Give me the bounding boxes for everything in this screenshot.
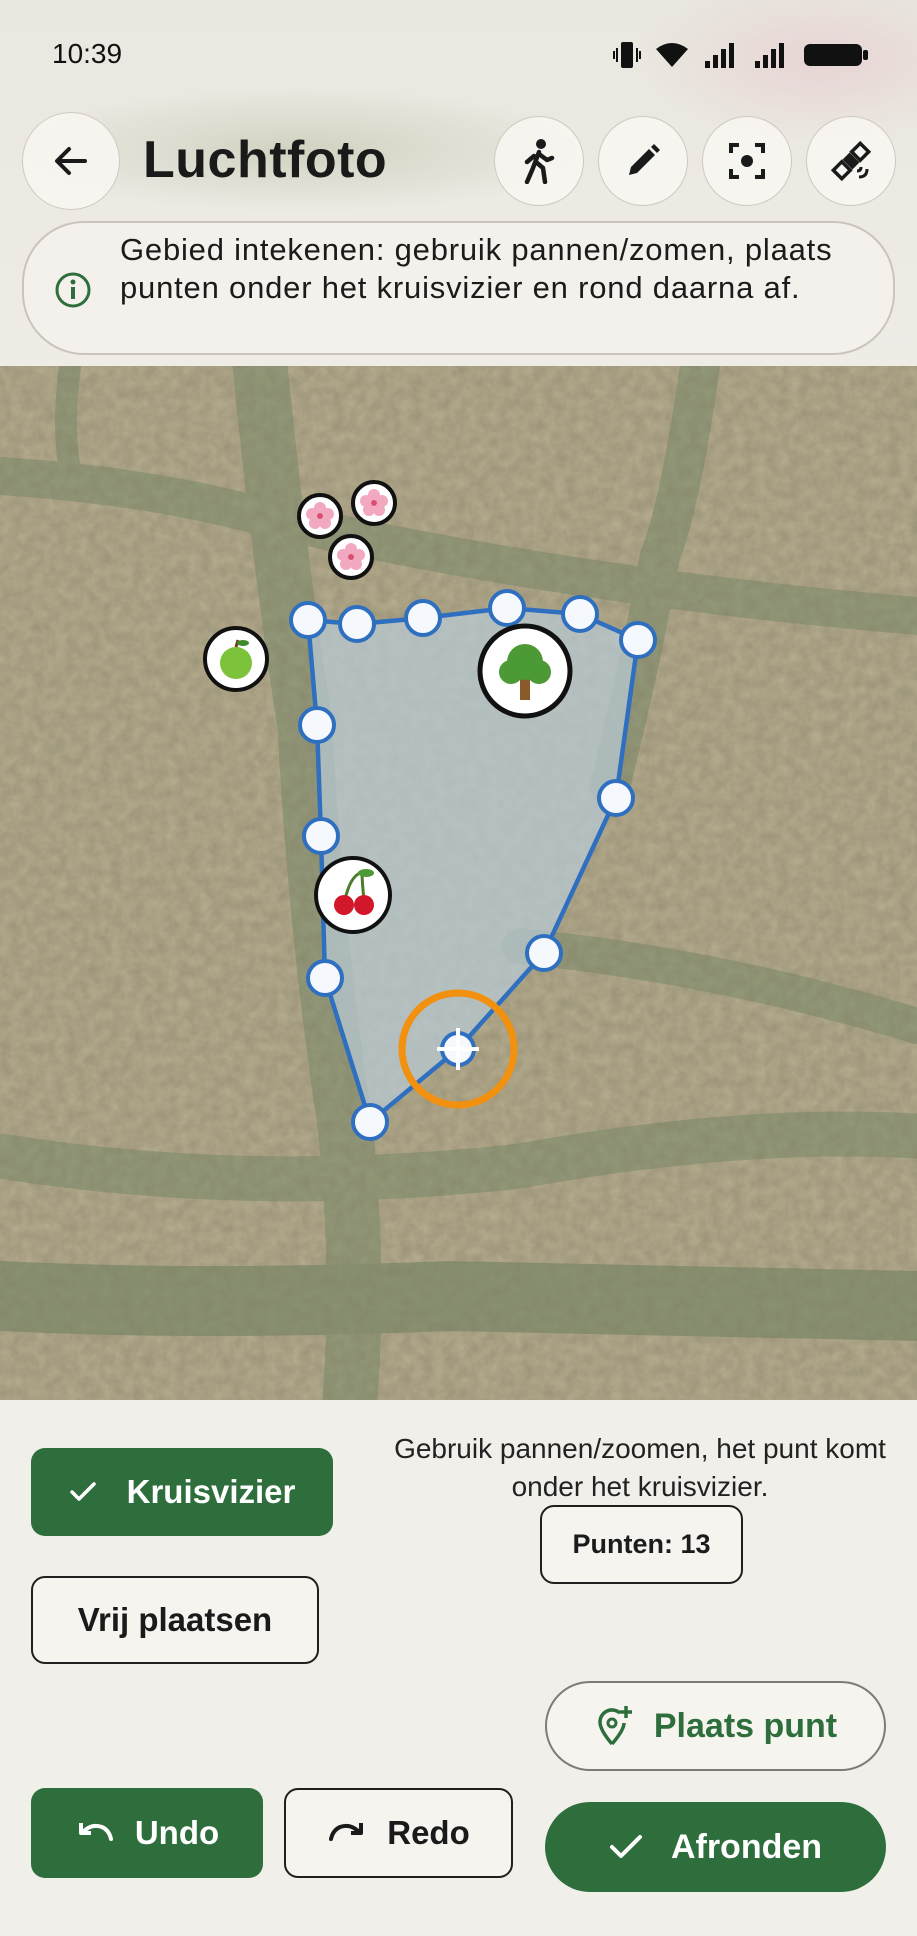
marker-cherries[interactable]	[314, 856, 392, 934]
marker-cherry-blossom[interactable]	[297, 493, 343, 539]
satellite-button[interactable]	[806, 116, 896, 206]
wifi-icon	[656, 43, 688, 67]
signal-icon-2	[755, 43, 784, 68]
place-point-button[interactable]: Plaats punt	[545, 1681, 886, 1771]
helper-text: Gebruik pannen/zoomen, het punt komt ond…	[394, 1433, 886, 1502]
marker-green-apple[interactable]	[203, 626, 269, 692]
place-point-label: Plaats punt	[653, 1706, 838, 1745]
redo-button[interactable]: Redo	[284, 1788, 513, 1878]
free-place-label: Vrij plaatsen	[77, 1601, 273, 1638]
polygon-vertex[interactable]	[338, 605, 376, 643]
marker-tree[interactable]	[477, 623, 573, 719]
redo-icon	[329, 1823, 364, 1841]
center-button[interactable]	[702, 116, 792, 206]
focus-icon	[729, 143, 765, 179]
polygon-vertex[interactable]	[306, 959, 344, 997]
walk-mode-button[interactable]	[494, 116, 584, 206]
draw-button[interactable]	[598, 116, 688, 206]
add-location-icon	[598, 1706, 632, 1746]
satellite-icon	[830, 140, 872, 182]
marker-cherry-blossom[interactable]	[328, 534, 374, 580]
back-button[interactable]	[22, 112, 120, 210]
signal-icon	[705, 43, 734, 68]
polygon-vertex[interactable]	[488, 589, 526, 627]
polygon-vertex[interactable]	[298, 706, 336, 744]
polygon-vertex[interactable]	[561, 595, 599, 633]
undo-label: Undo	[134, 1814, 220, 1851]
map-canvas[interactable]	[0, 366, 917, 1400]
check-icon	[69, 1482, 96, 1501]
polygon-vertex[interactable]	[597, 779, 635, 817]
crosshair-mode-button[interactable]: Kruisvizier	[31, 1448, 333, 1536]
polygon-vertex[interactable]	[351, 1103, 389, 1141]
status-time: 10:39	[52, 38, 123, 69]
undo-icon	[78, 1823, 113, 1841]
finish-button[interactable]: Afronden	[545, 1802, 886, 1892]
polygon-vertex[interactable]	[302, 817, 340, 855]
info-banner: Gebied intekenen: gebruik pannen/zomen, …	[22, 221, 895, 355]
info-icon	[55, 272, 91, 308]
status-icons	[613, 40, 869, 70]
polygon-vertex[interactable]	[289, 601, 327, 639]
undo-button[interactable]: Undo	[31, 1788, 263, 1878]
polygon-vertex[interactable]	[404, 599, 442, 637]
polygon-vertex[interactable]	[619, 621, 657, 659]
battery-icon	[804, 44, 868, 66]
redo-label: Redo	[387, 1814, 470, 1851]
vibrate-icon	[613, 42, 641, 68]
free-place-button[interactable]: Vrij plaatsen	[31, 1576, 319, 1664]
page-title: Luchtfoto	[143, 131, 388, 189]
finish-label: Afronden	[670, 1827, 823, 1866]
arrow-left-icon	[55, 147, 87, 175]
aerial-map[interactable]	[0, 366, 917, 1400]
marker-cherry-blossom[interactable]	[351, 480, 397, 526]
points-counter: Punten: 13	[540, 1505, 743, 1584]
polygon-vertex[interactable]	[525, 934, 563, 972]
pencil-icon	[629, 144, 660, 175]
info-text: Gebied intekenen: gebruik pannen/zomen, …	[120, 232, 833, 305]
crosshair-mode-label: Kruisvizier	[126, 1473, 296, 1510]
walk-icon	[524, 139, 555, 184]
check-icon	[609, 1835, 642, 1858]
